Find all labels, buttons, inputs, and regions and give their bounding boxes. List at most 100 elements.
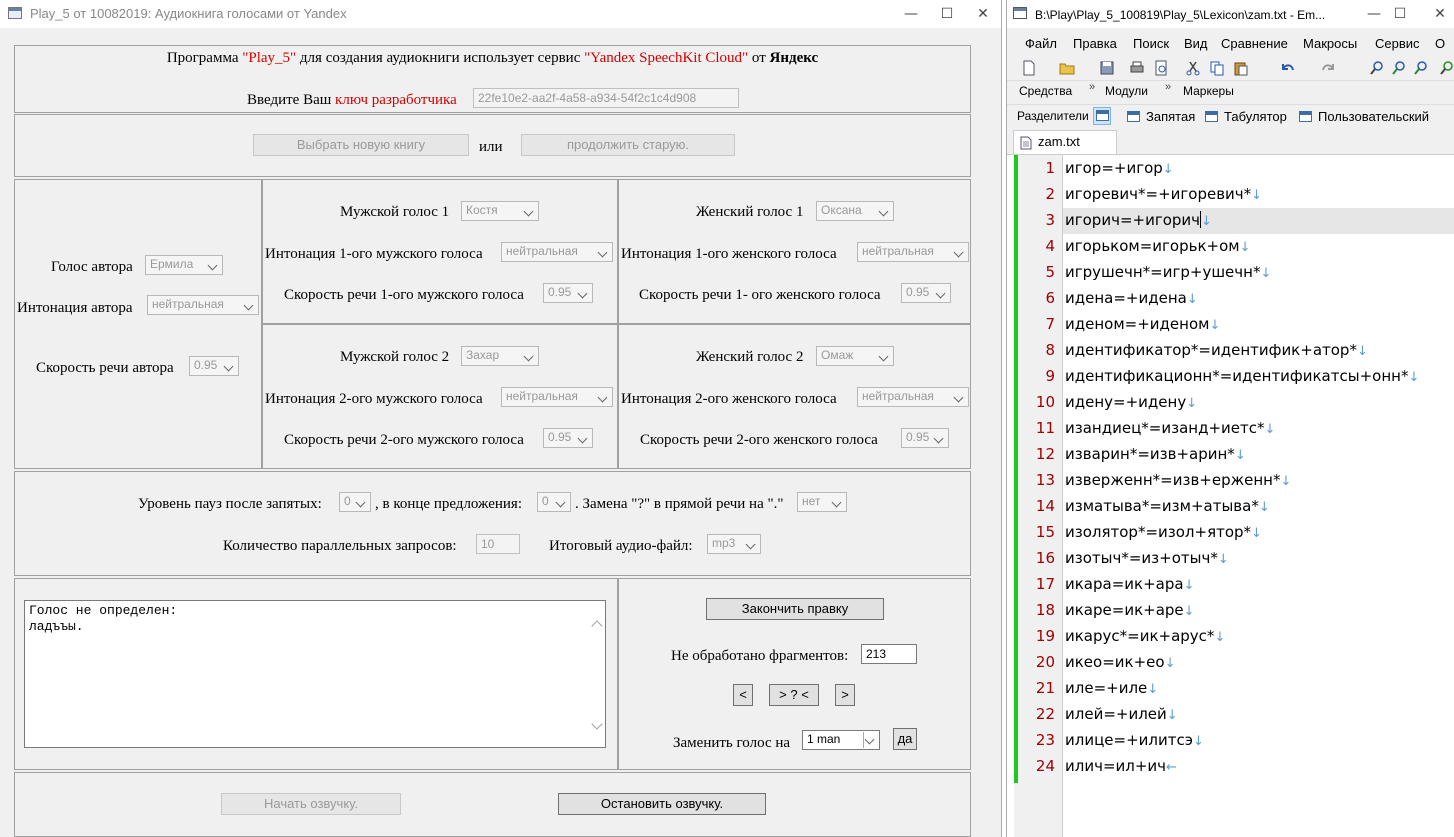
editor-line[interactable]: изверженн*=изв+ерженн*↓ [1065,471,1291,489]
chevron-right-icon[interactable]: » [1089,81,1095,93]
copy-icon[interactable] [1209,60,1225,76]
male2-speed-select[interactable]: 0.95 [543,428,593,448]
separator-comma[interactable]: Запятая [1127,109,1195,124]
editor-line[interactable]: идена=+идена↓ [1065,289,1198,307]
editor-line[interactable]: игор=+игор↓ [1065,159,1174,177]
menu-edit[interactable]: Правка [1073,36,1117,51]
editor-line[interactable]: изандиец*=изанд+иетс*↓ [1065,419,1275,437]
next-button[interactable]: > [835,684,855,706]
editor-line[interactable]: изотыч*=из+отыч*↓ [1065,549,1229,567]
find-icon[interactable] [1369,60,1385,76]
chevron-down-icon [577,431,589,445]
menu-search[interactable]: Поиск [1133,36,1169,51]
find-previous-icon[interactable] [1413,60,1429,76]
cut-icon[interactable] [1185,60,1201,76]
tab-zam-txt[interactable]: zam.txt [1013,130,1117,154]
open-folder-icon[interactable] [1059,60,1075,76]
female1-intonation-select[interactable]: нейтральная [857,242,969,262]
replace-voice-select[interactable]: 1 man [802,730,880,750]
editor-line[interactable]: изолятор*=изол+ятор*↓ [1065,523,1262,541]
female1-speed-select[interactable]: 0.95 [901,283,951,303]
editor-line[interactable]: илей=+илей↓ [1065,705,1178,723]
replace-icon[interactable] [1439,60,1454,76]
male2-intonation-select[interactable]: нейтральная [501,387,613,407]
print-preview-icon[interactable] [1153,60,1169,76]
menu-view[interactable]: Вид [1184,36,1208,51]
redo-icon[interactable] [1321,60,1337,76]
author-speed-select[interactable]: 0.95 [189,356,239,376]
scroll-down-icon[interactable] [591,721,601,731]
pauses-comma-select[interactable]: 0 [339,492,371,512]
editor-line[interactable]: идену=+идену↓ [1065,393,1197,411]
undo-icon[interactable] [1279,60,1295,76]
female2-voice-label: Женский голос 2 [696,349,804,365]
parallel-requests-field[interactable]: 10 [476,534,520,554]
finish-edit-button[interactable]: Закончить правку [706,598,884,620]
editor-line[interactable]: идентификационн*=идентификатсы+онн*↓ [1065,367,1419,385]
editor-line[interactable]: икео=ик+ео↓ [1065,653,1175,671]
scroll-up-icon[interactable] [591,617,601,627]
text-editor[interactable]: 1 игор=+игор↓ 2 игоревич*=+игоревич*↓ 3 игори… [1007,155,1454,837]
author-voice-select[interactable]: Ермила [145,255,223,275]
line-break-icon: ↓ [1209,318,1221,333]
separator-tab[interactable]: Табулятор [1205,109,1287,124]
line-text: икарус*=ик+арус* [1065,627,1215,645]
menu-compare[interactable]: Сравнение [1221,36,1288,51]
stop-voicing-button[interactable]: Остановить озвучку. [558,793,766,815]
unprocessed-count-field[interactable]: 213 [861,644,917,664]
male2-voice-select[interactable]: Захар [461,346,539,366]
developer-key-field[interactable]: 22fe10e2-aa2f-4a58-a934-54f2c1c4d908 [473,88,739,108]
line-break-icon: ↓ [1186,396,1198,411]
editor-line[interactable]: игорич=+игорич↓ [1065,211,1212,229]
editor-line[interactable]: иле=+иле↓ [1065,679,1158,697]
chevron-down-icon [597,390,609,404]
close-button[interactable]: ✕ [960,0,1006,28]
find-next-icon[interactable] [1391,60,1407,76]
male1-voice-select[interactable]: Костя [461,201,539,221]
choose-new-book-button[interactable]: Выбрать новую книгу [253,134,469,156]
editor-line[interactable]: игорьком=игорьк+ом↓ [1065,237,1251,255]
save-icon[interactable] [1099,60,1115,76]
menu-macros[interactable]: Макросы [1303,36,1357,51]
find-question-button[interactable]: > ? < [769,684,819,706]
log-textarea[interactable]: Голос не определен: ладъъы. [24,600,606,748]
editor-line[interactable]: икаре=ик+аре↓ [1065,601,1195,619]
male1-speed-select[interactable]: 0.95 [543,283,593,303]
previous-button[interactable]: < [733,684,753,706]
start-voicing-button[interactable]: Начать озвучку. [221,793,401,815]
female2-intonation-select[interactable]: нейтральная [857,387,969,407]
editor-line[interactable]: идентификатор*=идентифик+атор*↓ [1065,341,1368,359]
replace-question-select[interactable]: нет [797,492,847,512]
chevron-right-icon[interactable]: » [1165,81,1171,93]
plugins-bar-label[interactable]: Модули [1105,84,1148,98]
editor-line[interactable]: иденом=+иденом↓ [1065,315,1220,333]
separator-custom[interactable]: Пользовательский [1299,109,1429,124]
editor-line[interactable]: икарус*=ик+арус*↓ [1065,627,1225,645]
author-intonation-select[interactable]: нейтральная [147,295,259,315]
editor-close-button[interactable]: ✕ [1417,0,1454,28]
continue-old-button[interactable]: продолжить старую. [521,134,735,156]
new-file-icon[interactable] [1021,60,1037,76]
editor-line[interactable]: изматыва*=изм+атыва*↓ [1065,497,1270,515]
editor-line[interactable]: игрушечн*=игр+ушечн*↓ [1065,263,1271,281]
markers-bar-label[interactable]: Маркеры [1183,84,1234,98]
female2-speed-select[interactable]: 0.95 [901,428,949,448]
editor-line[interactable]: изварин*=изв+арин*↓ [1065,445,1246,463]
menu-about[interactable]: О [1435,36,1445,51]
editor-line[interactable]: игоревич*=+игоревич*↓ [1065,185,1262,203]
menu-file[interactable]: Файл [1025,36,1057,51]
female2-voice-select[interactable]: Омаж [816,346,894,366]
female1-voice-select[interactable]: Оксана [816,201,894,221]
tools-bar-label[interactable]: Средства [1019,84,1072,98]
editor-line[interactable]: илице=+илитсэ↓ [1065,731,1204,749]
editor-line[interactable]: икара=ик+ара↓ [1065,575,1194,593]
paste-icon[interactable] [1233,60,1249,76]
csv-mode-button[interactable] [1093,107,1111,125]
editor-line[interactable]: илич=ил+ич← [1065,757,1177,775]
menu-tools[interactable]: Сервис [1375,36,1420,51]
pauses-end-select[interactable]: 0 [537,492,571,512]
audio-file-select[interactable]: mp3 [707,534,761,554]
yes-button[interactable]: да [893,728,917,750]
male1-intonation-select[interactable]: нейтральная [501,242,613,262]
print-icon[interactable] [1129,60,1145,76]
